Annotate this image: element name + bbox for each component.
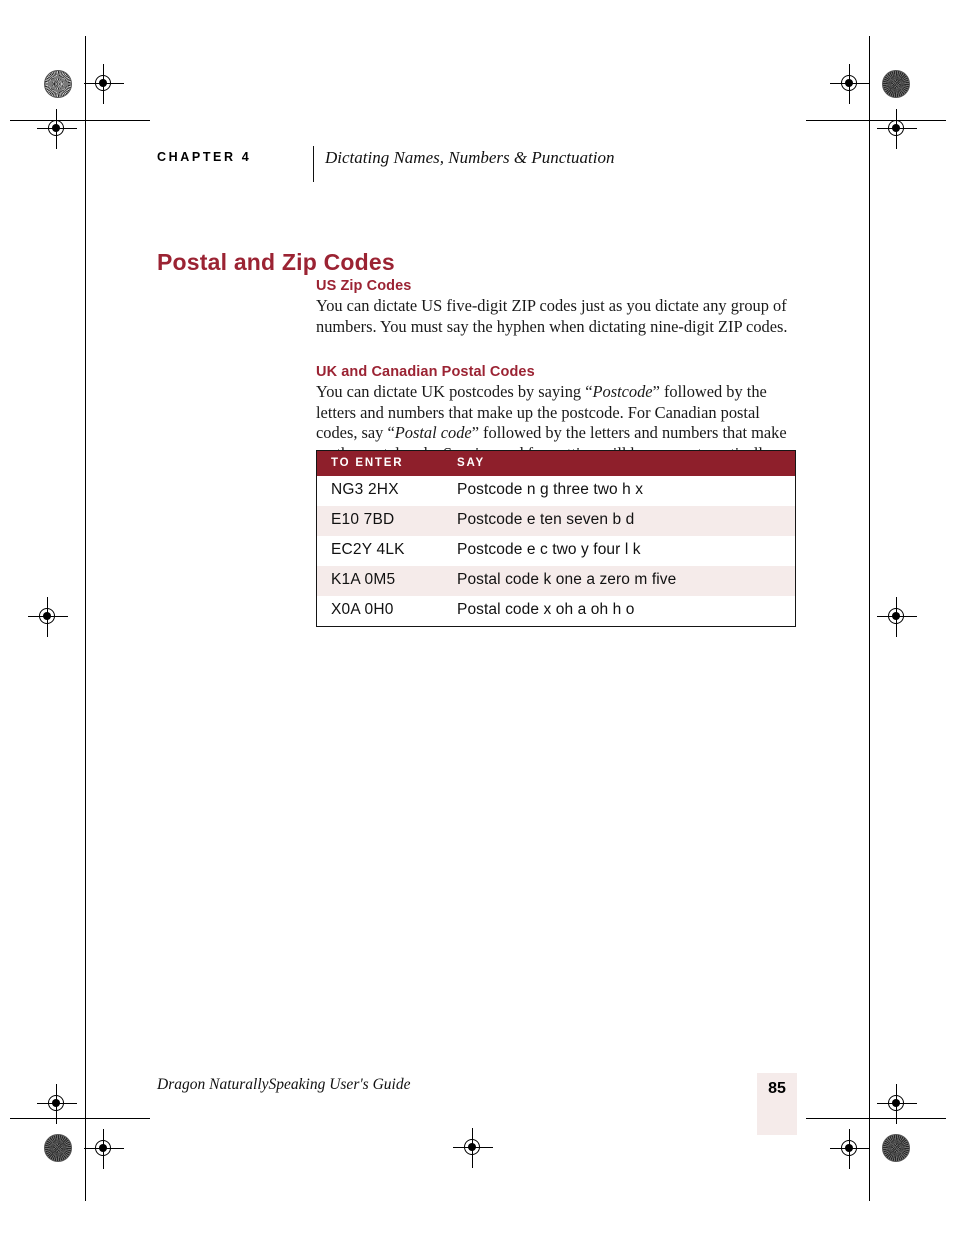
- body-column: US Zip Codes You can dictate US five-dig…: [316, 278, 798, 464]
- paragraph-emphasis-postal-code: Postal code: [394, 423, 472, 442]
- cell-to-enter: E10 7BD: [331, 510, 395, 528]
- running-head: CHAPTER 4 Dictating Names, Numbers & Pun…: [157, 146, 797, 182]
- cell-to-enter: NG3 2HX: [331, 481, 399, 498]
- postal-codes-table: TO ENTER SAY NG3 2HX Postcode n g three …: [317, 451, 795, 626]
- table-row: EC2Y 4LK Postcode e c two y four l k: [317, 535, 795, 566]
- cell-say: Postcode e c two y four l k: [457, 540, 641, 558]
- subsection-paragraph-us-zip-codes: You can dictate US five-digit ZIP codes …: [316, 296, 788, 336]
- cell-say: Postcode n g three two h x: [457, 481, 644, 498]
- table-row: E10 7BD Postcode e ten seven b d: [317, 505, 795, 536]
- document-page: CHAPTER 4 Dictating Names, Numbers & Pun…: [0, 0, 954, 1235]
- chapter-label: CHAPTER 4: [157, 150, 252, 164]
- subsection-title-us-zip-codes: US Zip Codes: [316, 278, 412, 294]
- postal-codes-table-container: TO ENTER SAY NG3 2HX Postcode n g three …: [316, 450, 796, 627]
- paragraph-text-part1: You can dictate UK postcodes by saying “: [316, 382, 593, 401]
- cell-say: Postcode e ten seven b d: [457, 510, 635, 528]
- cell-to-enter: X0A 0H0: [331, 600, 394, 618]
- table-row: X0A 0H0 Postal code x oh a oh h o: [317, 595, 795, 626]
- cell-to-enter: K1A 0M5: [331, 570, 396, 588]
- cell-say: Postal code x oh a oh h o: [457, 600, 635, 618]
- footer-book-title: Dragon NaturallySpeaking User's Guide: [157, 1076, 411, 1093]
- page-number: 85: [768, 1080, 786, 1097]
- running-head-title: Dictating Names, Numbers & Punctuation: [325, 148, 615, 167]
- table-head: TO ENTER SAY: [317, 451, 795, 476]
- cell-to-enter: EC2Y 4LK: [331, 540, 405, 558]
- column-header-to-enter: TO ENTER: [317, 451, 449, 476]
- cell-say: Postal code k one a zero m five: [457, 570, 677, 588]
- running-head-divider: [313, 146, 314, 182]
- table-row: NG3 2HX Postcode n g three two h x: [317, 476, 795, 506]
- page-number-box: 85: [757, 1073, 797, 1135]
- table-row: K1A 0M5 Postal code k one a zero m five: [317, 565, 795, 596]
- table-body: NG3 2HX Postcode n g three two h x E10 7…: [317, 476, 795, 626]
- paragraph-emphasis-postcode: Postcode: [592, 382, 653, 401]
- table-header-row: TO ENTER SAY: [317, 451, 795, 476]
- column-header-say: SAY: [449, 451, 795, 476]
- subsection-title-uk-canadian-postal-codes: UK and Canadian Postal Codes: [316, 364, 535, 380]
- page-title: Postal and Zip Codes: [157, 249, 395, 276]
